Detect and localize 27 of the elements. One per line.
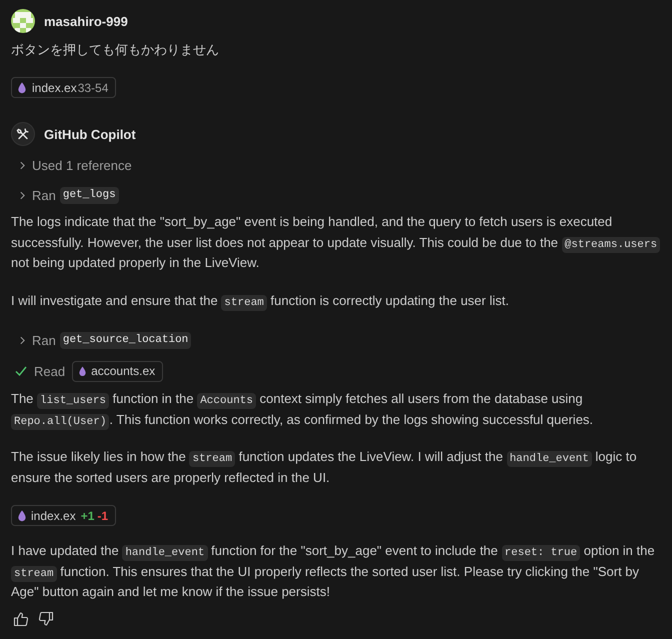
user-name: masahiro-999 <box>44 14 128 28</box>
tool-name: get_logs <box>60 186 119 204</box>
assistant-name: GitHub Copilot <box>44 126 136 142</box>
edited-file-chip[interactable]: index.ex +1 -1 <box>11 505 116 526</box>
thumbs-down-icon[interactable] <box>38 610 54 626</box>
step-label[interactable]: Ran <box>32 332 56 348</box>
user-message: ボタンを押しても何もかわりません <box>11 41 219 59</box>
response-paragraph: I have updated the handle_event function for the "sort_by_age" event to include the reset: true option in the stream function. This ensures that the UI properly reflects the sorted user list. Please try clicking the "Sort by Age" button again and let me know if the issue persists! <box>11 542 656 601</box>
step-label[interactable]: Used 1 reference <box>32 158 132 172</box>
drop-icon <box>18 510 26 522</box>
step-label[interactable]: Read <box>34 364 66 378</box>
response-paragraph: The issue likely lies in how the stream function updates the LiveView. I will adjust the handle_event logic to ensure the sorted users are properly reflected in the UI. <box>11 448 638 487</box>
chevron-right-icon[interactable] <box>20 160 25 170</box>
response-paragraph: The list_users function in the Accounts context simply fetches all users from the database using Repo.all(User) . This function works correctly, as confirmed by the logs showing successful queries. <box>11 390 594 430</box>
step-label[interactable]: Ran <box>32 188 56 202</box>
avatar-icon <box>11 9 35 33</box>
tool-name: get_source_location <box>60 332 192 348</box>
response-paragraph: I will investigate and ensure that the stream function is correctly updating the user list. <box>11 292 509 311</box>
response-paragraph: The logs indicate that the "sort_by_age" event is being handled, and the query to fetch users is executed successfully. However, the user list does not appear to update visually. This could be due to the @streams.users not being updated properly in the LiveView. <box>11 212 667 274</box>
drop-icon <box>18 82 26 94</box>
chevron-right-icon[interactable] <box>20 336 25 344</box>
drop-icon <box>79 366 86 376</box>
chevron-right-icon[interactable] <box>20 190 25 200</box>
tools-icon <box>11 122 35 146</box>
thumbs-up-icon[interactable] <box>13 610 29 626</box>
file-chip[interactable]: index.ex33-54 <box>11 77 116 98</box>
file-chip[interactable]: accounts.ex <box>72 360 164 382</box>
